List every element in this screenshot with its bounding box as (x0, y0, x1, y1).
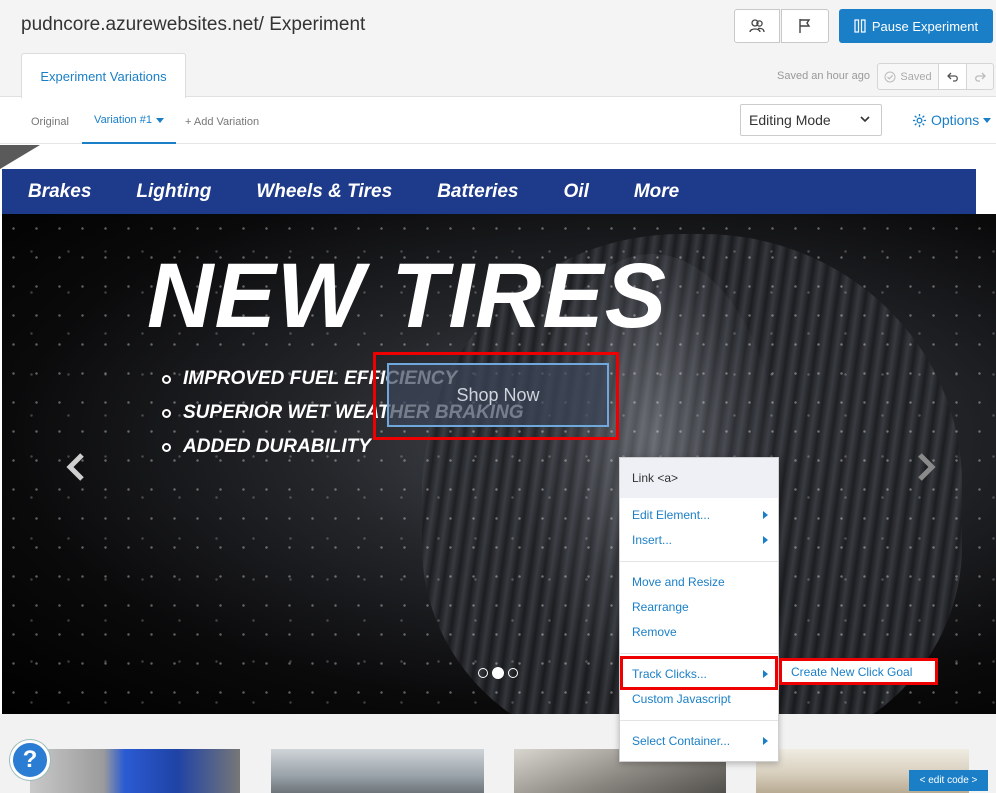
goals-button[interactable] (781, 9, 829, 43)
nav-item-lighting[interactable]: Lighting (136, 181, 211, 203)
site-header-strip (0, 145, 996, 169)
menu-divider (620, 720, 778, 721)
editor-topbar: pudncore.azurewebsites.net/ Experiment P… (0, 0, 996, 98)
carousel-dots (478, 667, 518, 679)
hero-banner: NEW TIRES IMPROVED FUEL EFFICIENCY SUPER… (2, 214, 996, 714)
options-menu[interactable]: Options (912, 112, 992, 128)
redo-button[interactable] (966, 63, 994, 90)
menu-item-label: Select Container... (632, 734, 731, 748)
tab-variation-1[interactable]: Variation #1 (82, 98, 176, 144)
page-title: pudncore.azurewebsites.net/ Experiment (21, 14, 366, 35)
menu-item-select-container[interactable]: Select Container... (620, 729, 778, 753)
caret-down-icon (983, 117, 992, 123)
carousel-next-icon[interactable] (914, 452, 938, 482)
redo-icon (975, 72, 986, 82)
variation-bar: Original Variation #1 + Add Variation Ed… (0, 98, 996, 144)
edit-code-button[interactable]: < edit code > (909, 770, 988, 791)
nav-item-wheels-tires[interactable]: Wheels & Tires (256, 181, 392, 203)
menu-item-label: Edit Element... (632, 508, 711, 522)
menu-item-move-resize[interactable]: Move and Resize (620, 570, 778, 594)
pause-icon (854, 19, 866, 33)
menu-item-insert[interactable]: Insert... (620, 528, 778, 552)
tab-experiment-variations[interactable]: Experiment Variations (21, 53, 186, 98)
pause-label: Pause Experiment (871, 18, 979, 34)
site-preview: Brakes Lighting Wheels & Tires Batteries… (0, 145, 996, 793)
nav-item-oil[interactable]: Oil (564, 181, 589, 203)
editing-mode-value: Editing Mode (749, 112, 831, 128)
undo-icon (946, 72, 958, 82)
menu-divider (620, 653, 778, 654)
site-nav: Brakes Lighting Wheels & Tires Batteries… (2, 169, 976, 214)
flag-icon (799, 19, 811, 33)
carousel-dot[interactable] (478, 668, 488, 678)
shop-now-button[interactable]: Shop Now (387, 363, 609, 427)
carousel-dot-active[interactable] (492, 667, 504, 679)
bullet-circle-icon (162, 408, 171, 418)
bullet-circle-icon (162, 374, 171, 384)
bullet-circle-icon (162, 442, 171, 452)
gear-icon (912, 113, 927, 127)
caret-down-icon (155, 117, 164, 123)
menu-item-remove[interactable]: Remove (620, 620, 778, 644)
caret-right-icon (763, 511, 768, 519)
help-button[interactable]: ? (10, 740, 50, 780)
carousel-prev-icon[interactable] (64, 452, 88, 482)
menu-item-custom-javascript[interactable]: Custom Javascript (620, 687, 778, 711)
saved-label: Saved (900, 70, 932, 83)
audience-button[interactable] (734, 9, 780, 43)
corner-fold (0, 145, 40, 169)
pause-experiment-button[interactable]: Pause Experiment (839, 9, 993, 43)
chevron-down-icon (860, 116, 870, 123)
saved-button: Saved (877, 63, 939, 90)
hero-title: NEW TIRES (147, 245, 668, 347)
caret-right-icon (763, 536, 768, 544)
menu-item-rearrange[interactable]: Rearrange (620, 595, 778, 619)
thumbnail-suspension[interactable] (30, 749, 240, 793)
track-clicks-highlight (620, 656, 778, 690)
options-label: Options (931, 112, 980, 128)
editing-mode-select[interactable]: Editing Mode (740, 104, 882, 136)
carousel-dot[interactable] (508, 668, 518, 678)
context-menu: Link <a> Edit Element... Insert... Move … (619, 457, 779, 762)
saved-timestamp: Saved an hour ago (777, 70, 870, 82)
tab-original[interactable]: Original (31, 116, 69, 128)
nav-item-brakes[interactable]: Brakes (28, 181, 91, 203)
context-menu-header: Link <a> (620, 458, 778, 498)
menu-item-label: Insert... (632, 533, 673, 547)
users-icon (749, 19, 765, 33)
thumbnail-car-service[interactable] (271, 749, 484, 793)
add-variation-button[interactable]: + Add Variation (185, 116, 259, 128)
check-circle-icon (884, 71, 896, 82)
create-click-goal-item[interactable]: Create New Click Goal (779, 658, 938, 685)
nav-item-more[interactable]: More (634, 181, 679, 203)
menu-item-edit-element[interactable]: Edit Element... (620, 503, 778, 527)
variation-label: Variation #1 (94, 114, 152, 126)
product-thumbnails (0, 714, 996, 793)
menu-divider (620, 561, 778, 562)
bullet-text: ADDED DURABILITY (183, 436, 371, 457)
undo-button[interactable] (938, 63, 967, 90)
caret-right-icon (763, 737, 768, 745)
nav-item-batteries[interactable]: Batteries (437, 181, 518, 203)
